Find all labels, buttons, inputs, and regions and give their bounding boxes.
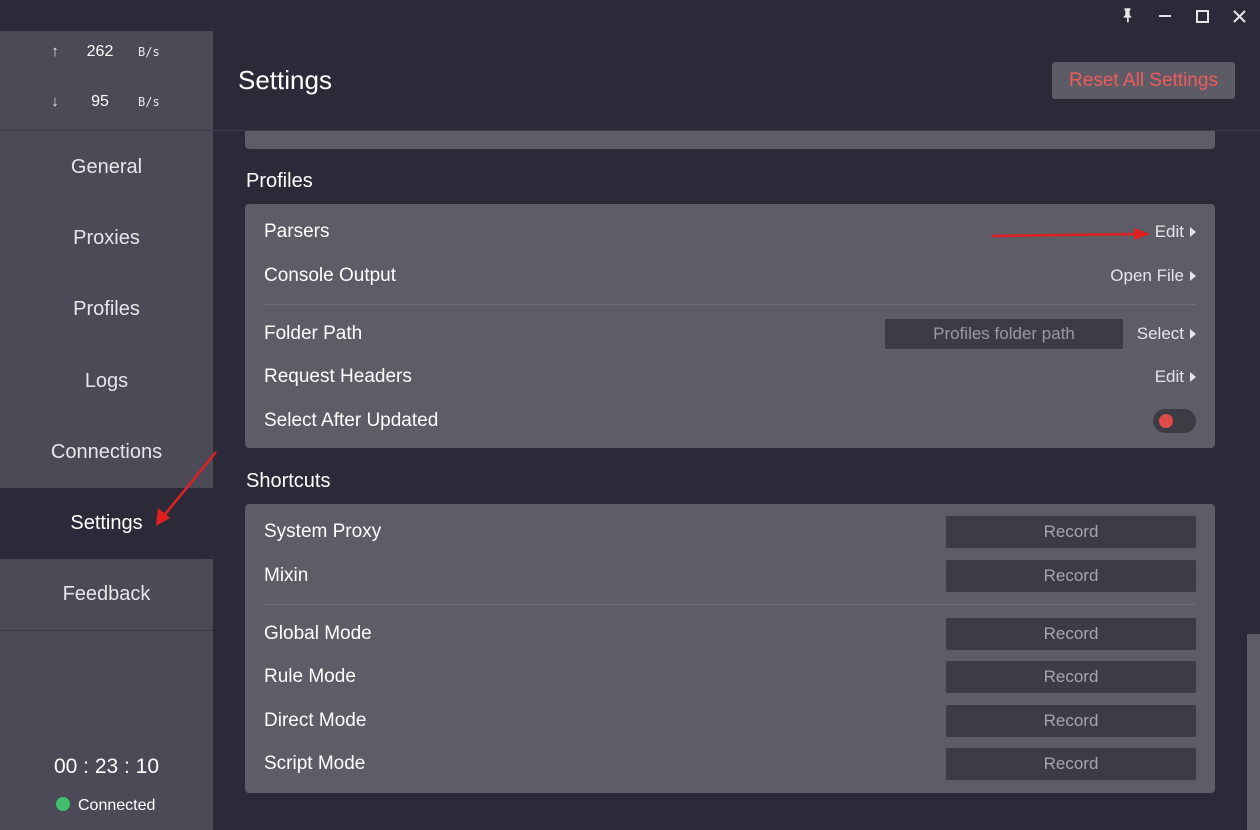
nav-item-connections[interactable]: Connections xyxy=(0,417,213,488)
status-dot-icon xyxy=(56,797,70,811)
parsers-edit-label: Edit xyxy=(1154,222,1184,241)
select-folder-button[interactable]: Select xyxy=(1137,314,1196,354)
request-headers-row: Request Headers Edit xyxy=(264,357,1196,397)
folder-path-label: Folder Path xyxy=(264,323,363,344)
shortcut-row-system-proxy: System Proxy Record xyxy=(264,512,1196,552)
caret-right-icon xyxy=(1190,372,1196,382)
profiles-divider xyxy=(264,304,1196,305)
sidebar: ↑ 262 B/s ↓ 95 B/s General Proxies Profi… xyxy=(0,31,213,830)
close-icon-svg xyxy=(1233,10,1246,23)
previous-section-card xyxy=(245,131,1215,149)
profiles-card: Parsers Edit Console Output Open File Fo… xyxy=(245,204,1215,448)
shortcut-row-mixin: Mixin Record xyxy=(264,556,1196,596)
request-headers-edit-label: Edit xyxy=(1154,367,1184,386)
shortcut-row-global-mode: Global Mode Record xyxy=(264,614,1196,654)
scrollbar-thumb[interactable] xyxy=(1247,634,1260,830)
caret-right-icon xyxy=(1190,227,1196,237)
select-folder-label: Select xyxy=(1136,324,1184,343)
nav-item-general[interactable]: General xyxy=(0,132,213,203)
upload-value: 262 xyxy=(86,43,114,60)
console-output-label: Console Output xyxy=(264,265,397,286)
minimize-icon-svg xyxy=(1159,15,1171,17)
settings-main: Settings Reset All Settings Profiles Par… xyxy=(213,31,1260,830)
download-value: 95 xyxy=(91,93,109,110)
shortcut-label: Direct Mode xyxy=(264,710,367,731)
nav-item-logs[interactable]: Logs xyxy=(0,346,213,417)
upload-rate: ↑ 262 B/s xyxy=(0,43,213,67)
pin-icon[interactable] xyxy=(1115,4,1139,28)
nav-item-profiles[interactable]: Profiles xyxy=(0,274,213,345)
open-file-label: Open File xyxy=(1110,266,1184,285)
page-title: Settings xyxy=(238,65,332,95)
shortcuts-section-title: Shortcuts xyxy=(246,470,331,492)
shortcut-label: Script Mode xyxy=(264,753,366,774)
caret-right-icon xyxy=(1190,329,1196,339)
select-after-updated-toggle[interactable] xyxy=(1153,409,1196,433)
toggle-knob xyxy=(1159,414,1173,428)
shortcut-label: Mixin xyxy=(264,565,309,586)
uptime-timer: 00 : 23 : 10 xyxy=(53,755,160,778)
shortcut-row-rule-mode: Rule Mode Record xyxy=(264,657,1196,697)
upload-arrow-icon: ↑ xyxy=(51,43,59,60)
folder-path-row: Folder Path Select xyxy=(264,314,1196,354)
shortcuts-divider xyxy=(264,604,1196,605)
request-headers-label: Request Headers xyxy=(264,366,412,387)
shortcut-row-direct-mode: Direct Mode Record xyxy=(264,701,1196,741)
request-headers-edit-button[interactable]: Edit xyxy=(1155,357,1196,397)
record-direct-mode-button[interactable]: Record xyxy=(946,705,1196,737)
record-rule-mode-button[interactable]: Record xyxy=(946,661,1196,693)
folder-path-input[interactable] xyxy=(885,319,1123,349)
shortcut-label: Rule Mode xyxy=(264,666,356,687)
traffic-panel: ↑ 262 B/s ↓ 95 B/s xyxy=(0,31,213,131)
profiles-section-title: Profiles xyxy=(246,170,313,192)
title-bar xyxy=(0,0,1260,31)
select-after-updated-row: Select After Updated xyxy=(264,401,1196,441)
shortcut-label: System Proxy xyxy=(264,521,382,542)
shortcut-label: Global Mode xyxy=(264,623,372,644)
record-global-mode-button[interactable]: Record xyxy=(946,618,1196,650)
parsers-label: Parsers xyxy=(264,221,330,242)
minimize-icon[interactable] xyxy=(1153,4,1177,28)
parsers-edit-button[interactable]: Edit xyxy=(1155,212,1196,252)
pin-icon-svg xyxy=(1123,8,1132,23)
record-script-mode-button[interactable]: Record xyxy=(946,748,1196,780)
reset-all-settings-button[interactable]: Reset All Settings xyxy=(1052,62,1235,99)
open-file-button[interactable]: Open File xyxy=(1110,256,1196,296)
download-rate: ↓ 95 B/s xyxy=(0,93,213,117)
select-after-updated-label: Select After Updated xyxy=(264,410,439,431)
shortcuts-card: System Proxy Record Mixin Record Global … xyxy=(245,504,1215,793)
download-arrow-icon: ↓ xyxy=(51,93,59,110)
nav-divider xyxy=(0,630,213,631)
record-mixin-button[interactable]: Record xyxy=(946,560,1196,592)
download-unit: B/s xyxy=(138,95,160,109)
record-system-proxy-button[interactable]: Record xyxy=(946,516,1196,548)
nav-item-settings[interactable]: Settings xyxy=(0,488,213,559)
nav-item-proxies[interactable]: Proxies xyxy=(0,203,213,274)
nav-item-feedback[interactable]: Feedback xyxy=(0,559,213,630)
maximize-icon-svg xyxy=(1196,10,1209,23)
close-icon[interactable] xyxy=(1227,4,1251,28)
caret-right-icon xyxy=(1190,271,1196,281)
parsers-row: Parsers Edit xyxy=(264,212,1196,252)
upload-unit: B/s xyxy=(138,45,160,59)
maximize-icon[interactable] xyxy=(1190,4,1214,28)
console-output-row: Console Output Open File xyxy=(264,256,1196,296)
connection-status-text: Connected xyxy=(78,797,156,814)
shortcut-row-script-mode: Script Mode Record xyxy=(264,744,1196,784)
connection-status: Connected xyxy=(56,797,155,815)
